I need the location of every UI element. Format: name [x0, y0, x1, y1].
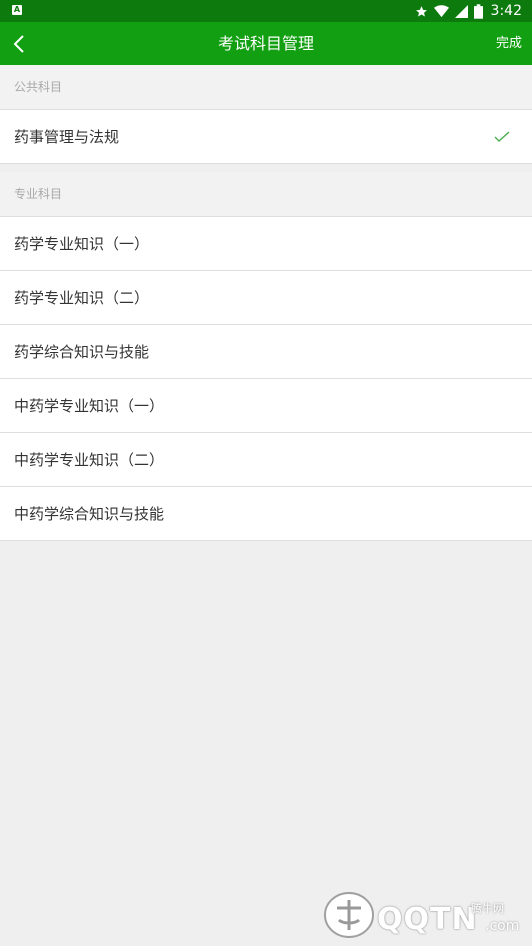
subject-label: 中药学综合知识与技能 — [14, 505, 165, 523]
status-bar: A 3:42 — [0, 0, 532, 22]
subject-label: 中药学专业知识（一） — [14, 397, 165, 415]
subject-label: 药事管理与法规 — [14, 128, 120, 146]
signal-icon — [454, 4, 468, 18]
watermark-sub: 腾牛网 — [471, 902, 504, 915]
subject-label: 中药学专业知识（二） — [14, 451, 165, 469]
app-notification-icon: A — [12, 5, 22, 15]
section-header-public: 公共科目 — [0, 65, 532, 110]
watermark-brand: QQTN — [377, 902, 478, 937]
subject-item-pharmacy-law[interactable]: 药事管理与法规 — [0, 110, 532, 164]
done-button[interactable]: 完成 — [496, 22, 522, 65]
star-icon — [415, 5, 427, 17]
subject-label: 药学专业知识（二） — [14, 289, 150, 307]
subject-item[interactable]: 中药学综合知识与技能 — [0, 487, 532, 541]
watermark-suffix: .com — [485, 918, 520, 934]
subject-item[interactable]: 药学专业知识（二） — [0, 271, 532, 325]
subject-list: 公共科目 药事管理与法规 专业科目 药学专业知识（一） 药学专业知识（二） 药学… — [0, 65, 532, 541]
section-divider — [0, 164, 532, 172]
subject-label: 药学综合知识与技能 — [14, 343, 150, 361]
watermark: QQTN 腾牛网 .com — [323, 888, 528, 942]
wifi-icon — [433, 4, 449, 17]
toolbar: 考试科目管理 完成 — [0, 22, 532, 65]
subject-item[interactable]: 中药学专业知识（二） — [0, 433, 532, 487]
qqtn-logo-icon — [324, 892, 374, 938]
subject-item[interactable]: 中药学专业知识（一） — [0, 379, 532, 433]
status-icons: 3:42 — [415, 0, 522, 22]
subject-label: 药学专业知识（一） — [14, 235, 150, 253]
page-title: 考试科目管理 — [217, 34, 314, 53]
check-icon — [494, 110, 510, 164]
subject-item[interactable]: 药学专业知识（一） — [0, 217, 532, 271]
status-time: 3:42 — [490, 3, 522, 19]
section-header-professional: 专业科目 — [0, 172, 532, 217]
subject-item[interactable]: 药学综合知识与技能 — [0, 325, 532, 379]
battery-icon — [473, 3, 483, 19]
